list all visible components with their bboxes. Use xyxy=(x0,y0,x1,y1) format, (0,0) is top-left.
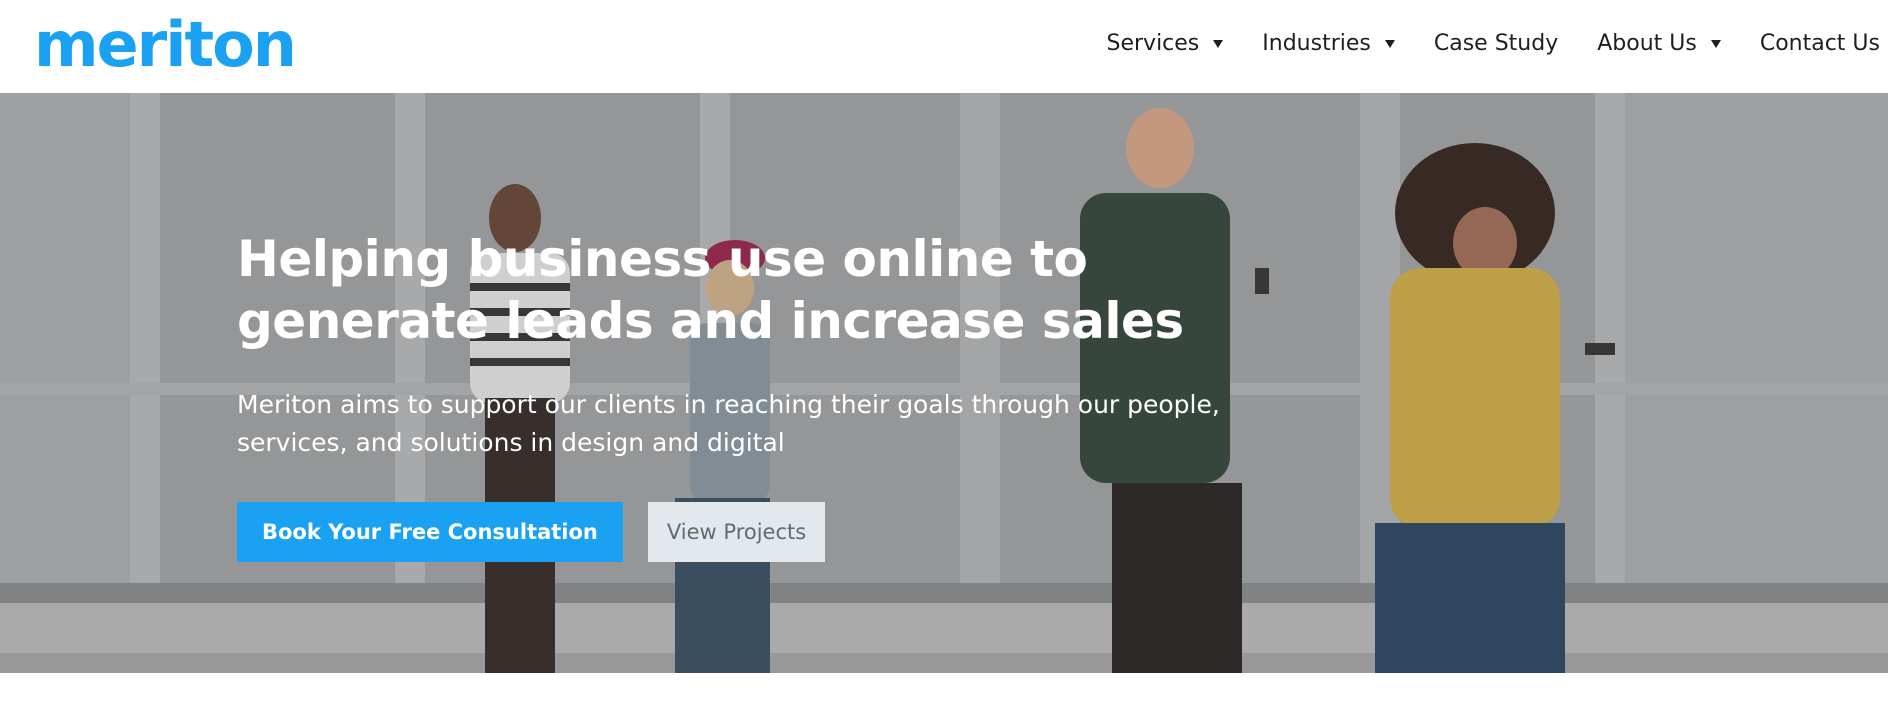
hero-content: Helping business use online to generate … xyxy=(237,228,1237,562)
nav-item-label: Services xyxy=(1106,30,1200,56)
hero-title-line-2: generate leads and increase sales xyxy=(237,292,1184,350)
book-consultation-button[interactable]: Book Your Free Consultation xyxy=(237,502,623,562)
nav-item-services[interactable]: Services xyxy=(1107,31,1224,56)
meriton-logo[interactable]: meriton xyxy=(34,14,297,76)
caret-down-icon xyxy=(1384,40,1395,48)
hero-title-line-1: Helping business use online to xyxy=(237,230,1088,288)
hero-buttons: Book Your Free Consultation View Project… xyxy=(237,502,1237,562)
nav-item-label: Industries xyxy=(1262,30,1371,56)
nav-item-label: Case Study xyxy=(1433,30,1559,56)
caret-down-icon xyxy=(1213,40,1224,48)
view-projects-button[interactable]: View Projects xyxy=(647,502,826,562)
caret-down-icon xyxy=(1710,40,1721,48)
hero-section: Helping business use online to generate … xyxy=(0,93,1888,673)
hero-title: Helping business use online to generate … xyxy=(237,228,1237,352)
site-header: meriton Services Industries Case Study A… xyxy=(0,0,1888,93)
nav-item-about-us[interactable]: About Us xyxy=(1597,31,1721,56)
page-bottom-strip xyxy=(0,673,1888,703)
nav-item-industries[interactable]: Industries xyxy=(1262,31,1395,56)
hero-subtitle: Meriton aims to support our clients in r… xyxy=(237,390,1220,457)
nav-item-label: About Us xyxy=(1597,30,1697,56)
nav-item-contact-us[interactable]: Contact Us xyxy=(1760,31,1880,56)
nav-item-label: Contact Us xyxy=(1759,30,1880,56)
nav-item-case-study[interactable]: Case Study xyxy=(1434,31,1558,56)
main-nav: Services Industries Case Study About Us … xyxy=(1107,26,1881,60)
